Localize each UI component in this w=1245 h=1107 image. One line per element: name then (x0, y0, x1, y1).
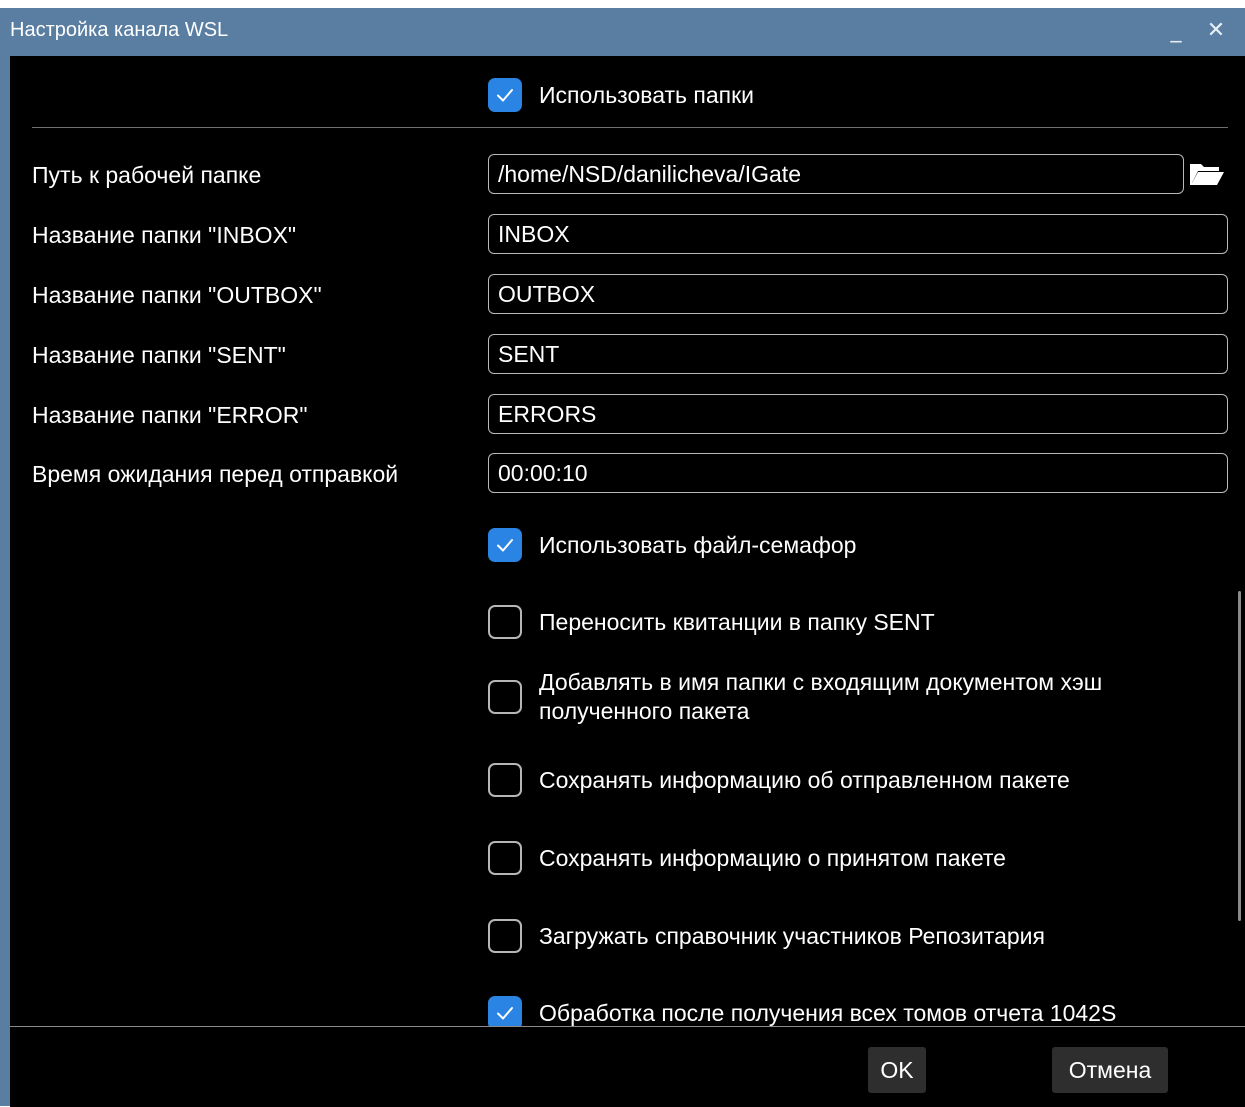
close-button[interactable]: ✕ (1200, 14, 1232, 48)
separator (32, 127, 1228, 128)
add-hash-checkbox[interactable] (488, 680, 522, 714)
wait-time-label: Время ожидания перед отправкой (32, 461, 399, 487)
cancel-button[interactable]: Отмена (1052, 1047, 1168, 1093)
use-folders-checkbox[interactable] (488, 78, 522, 112)
semaphore-checkbox[interactable] (488, 528, 522, 562)
load-participants-checkbox[interactable] (488, 919, 522, 953)
wait-time-input[interactable] (488, 453, 1228, 493)
checkmark-icon (497, 1007, 513, 1020)
checkmark-icon (497, 89, 513, 102)
minimize-button[interactable]: _ (1160, 14, 1192, 48)
save-received-info-checkbox[interactable] (488, 841, 522, 875)
outbox-input[interactable] (488, 274, 1228, 314)
work-path-label: Путь к рабочей папке (32, 162, 262, 188)
title-bar[interactable]: Настройка канала WSL _ ✕ (0, 8, 1245, 56)
checkmark-icon (497, 539, 513, 552)
process-1042s-checkbox[interactable] (488, 996, 522, 1026)
option-load-participants[interactable]: Загружать справочник участников Репозита… (488, 918, 1045, 954)
add-hash-label-line1: Добавлять в имя папки с входящим докумен… (539, 669, 1103, 695)
use-folders-option[interactable]: Использовать папки (488, 77, 754, 113)
option-add-hash[interactable]: Добавлять в имя папки с входящим докумен… (488, 664, 1102, 730)
vertical-scrollbar[interactable] (1238, 591, 1241, 921)
move-receipts-label: Переносить квитанции в папку SENT (539, 608, 935, 635)
load-participants-label: Загружать справочник участников Репозита… (539, 922, 1045, 949)
work-path-input[interactable] (488, 154, 1184, 194)
move-receipts-checkbox[interactable] (488, 605, 522, 639)
settings-content: Использовать папки Путь к рабочей папке … (10, 56, 1245, 1026)
save-sent-info-label: Сохранять информацию об отправленном пак… (539, 766, 1070, 793)
error-label: Название папки "ERROR" (32, 402, 308, 428)
semaphore-label: Использовать файл-семафор (539, 531, 857, 558)
inbox-input[interactable] (488, 214, 1228, 254)
error-input[interactable] (488, 394, 1228, 434)
save-received-info-label: Сохранять информацию о принятом пакете (539, 844, 1006, 871)
window-title: Настройка канала WSL (10, 19, 229, 41)
option-move-receipts[interactable]: Переносить квитанции в папку SENT (488, 604, 935, 640)
save-sent-info-checkbox[interactable] (488, 763, 522, 797)
option-save-received-info[interactable]: Сохранять информацию о принятом пакете (488, 840, 1006, 876)
add-hash-label-line2: полученного пакета (539, 698, 750, 724)
option-process-1042s[interactable]: Обработка после получения всех томов отч… (488, 995, 1116, 1026)
sent-label: Название папки "SENT" (32, 342, 286, 368)
use-folders-label: Использовать папки (539, 81, 755, 108)
option-save-sent-info[interactable]: Сохранять информацию об отправленном пак… (488, 762, 1070, 798)
folder-open-icon (1190, 164, 1224, 185)
sent-input[interactable] (488, 334, 1228, 374)
dialog-footer: OK Отмена (10, 1026, 1245, 1107)
option-semaphore[interactable]: Использовать файл-семафор (488, 527, 856, 563)
ok-button[interactable]: OK (868, 1047, 926, 1093)
browse-folder-button[interactable] (1186, 154, 1228, 194)
process-1042s-label: Обработка после получения всех томов отч… (539, 999, 1117, 1026)
settings-dialog: Настройка канала WSL _ ✕ Использовать па… (0, 8, 1245, 1107)
add-hash-label: Добавлять в имя папки с входящим докумен… (539, 668, 1102, 726)
outbox-label: Название папки "OUTBOX" (32, 282, 322, 308)
inbox-label: Название папки "INBOX" (32, 222, 297, 248)
